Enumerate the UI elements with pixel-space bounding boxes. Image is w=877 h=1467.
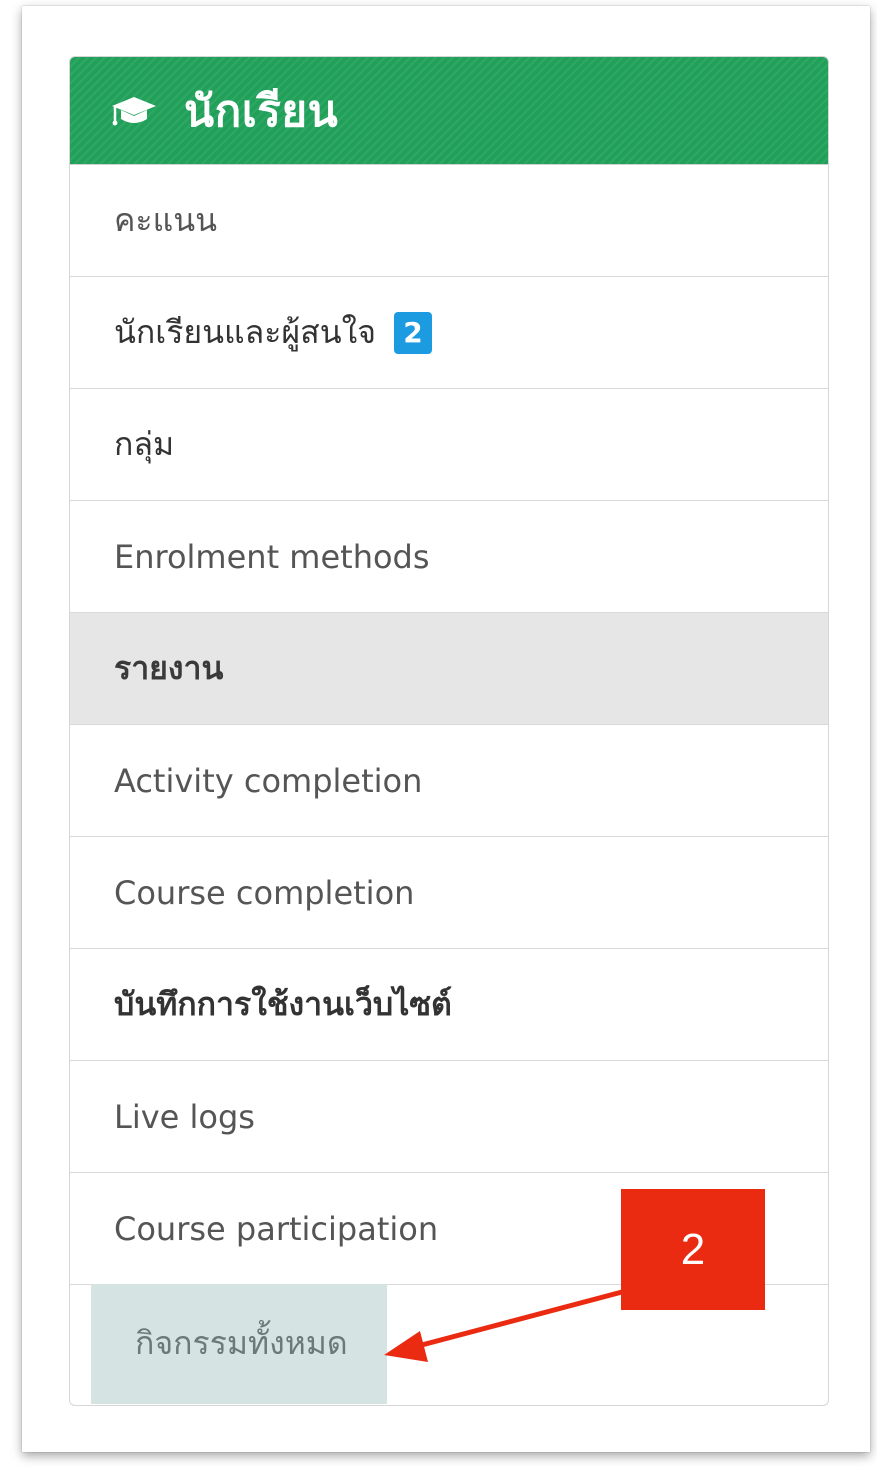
menu-item-activity-completion[interactable]: Activity completion (70, 724, 828, 836)
menu-item-label: กิจกรรมทั้งหมด (135, 1324, 348, 1362)
menu-item-label: Activity completion (114, 761, 423, 800)
menu-item-label: Enrolment methods (114, 537, 430, 576)
menu-item-groups[interactable]: กลุ่ม (70, 388, 828, 500)
section-label: รายงาน (114, 649, 224, 687)
highlight-box: กิจกรรมทั้งหมด (91, 1283, 387, 1404)
count-badge: 2 (393, 311, 432, 354)
menu-item-course-completion[interactable]: Course completion (70, 836, 828, 948)
menu-item-label: Course completion (114, 873, 415, 912)
menu-item-students-interested[interactable]: นักเรียนและผู้สนใจ 2 (70, 276, 828, 388)
menu-item-live-logs[interactable]: Live logs (70, 1060, 828, 1172)
menu-item-site-logs[interactable]: บันทึกการใช้งานเว็บไซต์ (70, 948, 828, 1060)
step-callout: 2 (621, 1189, 765, 1310)
block-header: นักเรียน (70, 57, 828, 164)
menu-item-label: บันทึกการใช้งานเว็บไซต์ (114, 985, 452, 1023)
menu-item-label: Course participation (114, 1209, 439, 1248)
step-number: 2 (680, 1224, 706, 1274)
menu-item-label: Live logs (114, 1097, 255, 1136)
menu-item-enrolment-methods[interactable]: Enrolment methods (70, 500, 828, 612)
menu-item-label: นักเรียนและผู้สนใจ (114, 313, 376, 351)
menu-item-scores[interactable]: คะแนน (70, 164, 828, 276)
menu-item-label: กลุ่ม (114, 425, 175, 463)
graduation-cap-icon (112, 96, 156, 125)
block-title: นักเรียน (184, 85, 339, 137)
section-header-reports: รายงาน (70, 612, 828, 724)
menu-item-label: คะแนน (114, 201, 217, 239)
